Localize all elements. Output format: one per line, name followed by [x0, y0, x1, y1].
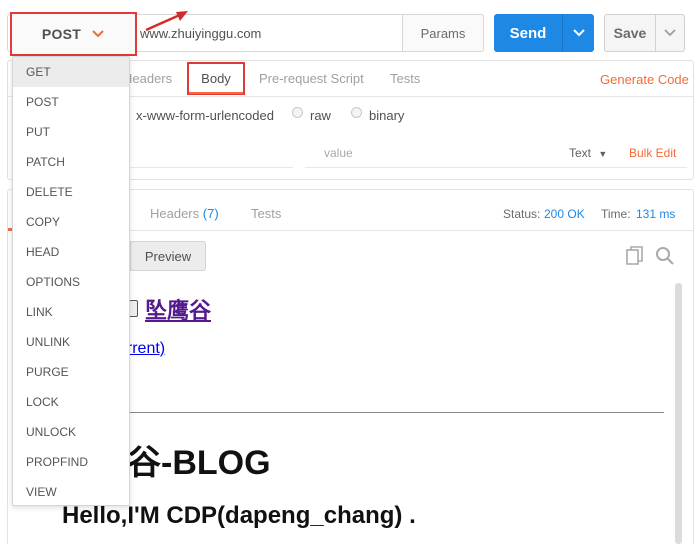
method-option-post[interactable]: POST [13, 87, 129, 117]
blog-title: 谷-BLOG [127, 444, 271, 482]
method-option-patch[interactable]: PATCH [13, 147, 129, 177]
tab-body[interactable]: Body [187, 62, 245, 95]
caret-down-icon: ▼ [598, 149, 608, 159]
method-option-head[interactable]: HEAD [13, 237, 129, 267]
status-value: 200 OK [544, 207, 585, 221]
status-label: Status: [503, 207, 541, 221]
site-link[interactable]: 坠鹰谷 [145, 293, 211, 325]
method-option-link[interactable]: LINK [13, 297, 129, 327]
method-option-delete[interactable]: DELETE [13, 177, 129, 207]
body-type-binary[interactable]: binary [369, 108, 404, 123]
radio-binary[interactable] [351, 107, 362, 118]
text-type-select[interactable]: Text ▼ [569, 146, 607, 160]
time-label: Time: [601, 207, 631, 221]
body-type-raw[interactable]: raw [310, 108, 331, 123]
response-tab-tests[interactable]: Tests [251, 206, 281, 221]
radio-raw[interactable] [292, 107, 303, 118]
tab-headers[interactable]: Headers [123, 71, 172, 86]
method-selector[interactable]: POST [10, 12, 137, 56]
search-icon[interactable] [655, 246, 675, 266]
method-option-unlink[interactable]: UNLINK [13, 327, 129, 357]
method-option-get[interactable]: GET [13, 57, 129, 87]
method-label: POST [41, 26, 82, 42]
chevron-down-icon [92, 30, 104, 38]
response-tab-headers[interactable]: Headers (7) [150, 206, 219, 221]
method-option-purge[interactable]: PURGE [13, 357, 129, 387]
value-input[interactable]: value [324, 146, 353, 160]
send-button[interactable]: Send [494, 14, 594, 52]
tab-prerequest-script[interactable]: Pre-request Script [259, 71, 364, 86]
tab-tests[interactable]: Tests [390, 71, 420, 86]
bulk-edit-link[interactable]: Bulk Edit [629, 146, 676, 160]
save-button[interactable]: Save [604, 14, 685, 52]
active-tab-indicator [189, 92, 243, 94]
send-label: Send [509, 24, 547, 42]
text-type-label: Text [569, 146, 592, 160]
send-options-button[interactable] [562, 14, 594, 52]
time-value: 131 ms [636, 207, 676, 221]
method-option-unlock[interactable]: UNLOCK [13, 417, 129, 447]
copy-icon[interactable] [626, 246, 644, 266]
value-input-underline [305, 167, 687, 168]
save-label: Save [613, 25, 647, 41]
headers-label: Headers [150, 206, 200, 221]
scrollbar[interactable] [675, 283, 682, 544]
chevron-down-icon [572, 29, 585, 37]
method-option-copy[interactable]: COPY [13, 207, 129, 237]
method-dropdown: GET POST PUT PATCH DELETE COPY HEAD OPTIONS LINK… [12, 56, 130, 506]
body-type-urlencoded[interactable]: x-www-form-urlencoded [136, 108, 274, 123]
headers-count: (7) [202, 206, 219, 221]
method-option-put[interactable]: PUT [13, 117, 129, 147]
method-option-view[interactable]: VIEW [13, 477, 129, 507]
preview-button[interactable]: Preview [130, 241, 206, 271]
key-input-underline [130, 167, 293, 168]
save-options-button[interactable] [655, 15, 684, 51]
method-option-propfind[interactable]: PROPFIND [13, 447, 129, 477]
method-option-options[interactable]: OPTIONS [13, 267, 129, 297]
params-button[interactable]: Params [402, 14, 484, 52]
annotation-arrow-icon [145, 11, 188, 32]
method-option-lock[interactable]: LOCK [13, 387, 129, 417]
horizontal-rule [118, 412, 664, 413]
generate-code-link[interactable]: Generate Code [600, 72, 689, 87]
chevron-down-icon [664, 29, 676, 37]
